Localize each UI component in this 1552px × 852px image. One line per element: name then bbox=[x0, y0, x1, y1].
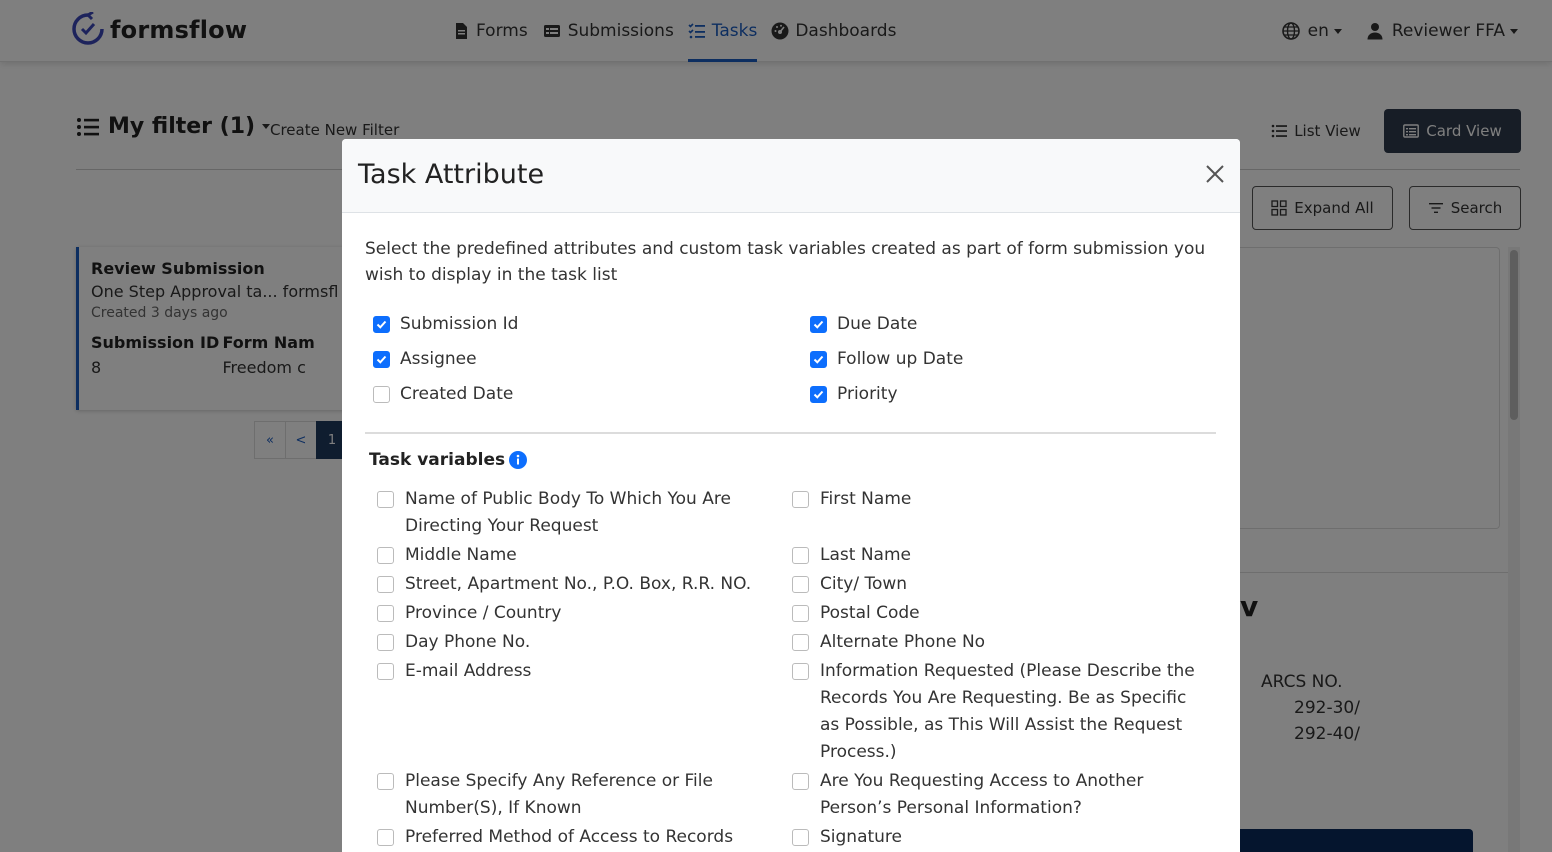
var-street[interactable]: Street, Apartment No., P.O. Box, R.R. NO… bbox=[377, 571, 787, 598]
attr-follow-up-date[interactable]: Follow up Date bbox=[810, 349, 963, 369]
var-city[interactable]: City/ Town bbox=[792, 571, 1202, 598]
var-label: E-mail Address bbox=[405, 661, 532, 681]
var-day-phone[interactable]: Day Phone No. bbox=[377, 629, 787, 656]
checkbox-var[interactable] bbox=[792, 663, 809, 680]
check-icon bbox=[813, 390, 824, 399]
var-label: City/ Town bbox=[820, 574, 908, 594]
attr-assignee[interactable]: Assignee bbox=[373, 349, 477, 369]
checkbox-var[interactable] bbox=[792, 605, 809, 622]
var-postal-code[interactable]: Postal Code bbox=[792, 600, 1202, 627]
var-label: Last Name bbox=[820, 545, 911, 565]
checkbox-var[interactable] bbox=[377, 773, 394, 790]
info-icon[interactable] bbox=[509, 451, 528, 469]
attr-label: Follow up Date bbox=[837, 349, 964, 369]
checkbox-var[interactable] bbox=[792, 829, 809, 846]
checkbox-var[interactable] bbox=[792, 773, 809, 790]
attr-label: Due Date bbox=[837, 314, 918, 334]
checkbox-var[interactable] bbox=[377, 663, 394, 680]
var-label: Preferred Method of Access to Records bbox=[405, 827, 734, 847]
checkbox-var[interactable] bbox=[377, 491, 394, 508]
var-information-requested[interactable]: Information Requested (Please Describe t… bbox=[792, 658, 1202, 766]
var-label: First Name bbox=[820, 489, 912, 509]
checkbox-follow-up-date[interactable] bbox=[810, 350, 827, 368]
checkbox-due-date[interactable] bbox=[810, 315, 827, 333]
var-province[interactable]: Province / Country bbox=[377, 600, 787, 627]
var-label: Signature bbox=[820, 827, 903, 847]
attr-label: Created Date bbox=[400, 384, 514, 404]
var-label: Day Phone No. bbox=[405, 632, 531, 652]
attr-due-date[interactable]: Due Date bbox=[810, 314, 917, 334]
var-signature[interactable]: Signature bbox=[792, 824, 1202, 851]
attr-label: Submission Id bbox=[400, 314, 519, 334]
var-first-name[interactable]: First Name bbox=[792, 486, 1202, 513]
checkbox-var[interactable] bbox=[792, 547, 809, 564]
checkbox-var[interactable] bbox=[792, 491, 809, 508]
var-label: Postal Code bbox=[820, 603, 920, 623]
check-icon bbox=[813, 320, 824, 329]
check-icon bbox=[376, 320, 387, 329]
attr-label: Assignee bbox=[400, 349, 477, 369]
var-last-name[interactable]: Last Name bbox=[792, 542, 1202, 569]
var-label: Province / Country bbox=[405, 603, 562, 623]
var-public-body[interactable]: Name of Public Body To Which You Are Dir… bbox=[377, 486, 787, 540]
check-icon bbox=[813, 355, 824, 364]
close-icon[interactable] bbox=[1204, 163, 1226, 185]
modal-title: Task Attribute bbox=[358, 159, 545, 190]
task-attribute-modal: Task Attribute Select the predefined att… bbox=[342, 139, 1240, 852]
checkbox-var[interactable] bbox=[792, 634, 809, 651]
var-label: Alternate Phone No bbox=[820, 632, 986, 652]
checkbox-var[interactable] bbox=[792, 576, 809, 593]
checkbox-var[interactable] bbox=[377, 576, 394, 593]
var-reference-number[interactable]: Please Specify Any Reference or File Num… bbox=[377, 768, 787, 822]
checkbox-var[interactable] bbox=[377, 547, 394, 564]
var-alt-phone[interactable]: Alternate Phone No bbox=[792, 629, 1202, 656]
var-access-method[interactable]: Preferred Method of Access to Records bbox=[377, 824, 787, 851]
attr-priority[interactable]: Priority bbox=[810, 384, 898, 404]
var-label: Name of Public Body To Which You Are Dir… bbox=[405, 489, 731, 536]
modal-description: Select the predefined attributes and cus… bbox=[365, 239, 1206, 285]
var-label: Please Specify Any Reference or File Num… bbox=[405, 771, 713, 818]
section-divider bbox=[365, 432, 1216, 434]
checkbox-priority[interactable] bbox=[810, 385, 827, 403]
var-label: Are You Requesting Access to Another Per… bbox=[820, 771, 1144, 818]
var-another-person[interactable]: Are You Requesting Access to Another Per… bbox=[792, 768, 1202, 822]
checkbox-var[interactable] bbox=[377, 605, 394, 622]
var-label: Information Requested (Please Describe t… bbox=[820, 661, 1195, 762]
check-icon bbox=[376, 355, 387, 364]
checkbox-assignee[interactable] bbox=[373, 350, 390, 368]
checkbox-created-date[interactable] bbox=[373, 385, 390, 403]
var-email[interactable]: E-mail Address bbox=[377, 658, 787, 685]
checkbox-submission-id[interactable] bbox=[373, 315, 390, 333]
checkbox-var[interactable] bbox=[377, 829, 394, 846]
attr-created-date[interactable]: Created Date bbox=[373, 384, 513, 404]
attr-label: Priority bbox=[837, 384, 898, 404]
task-variables-heading: Task variables bbox=[369, 450, 528, 470]
var-middle-name[interactable]: Middle Name bbox=[377, 542, 787, 569]
modal-header: Task Attribute bbox=[342, 139, 1240, 213]
var-label: Middle Name bbox=[405, 545, 517, 565]
task-variables-title: Task variables bbox=[369, 450, 506, 470]
attr-submission-id[interactable]: Submission Id bbox=[373, 314, 518, 334]
checkbox-var[interactable] bbox=[377, 634, 394, 651]
var-label: Street, Apartment No., P.O. Box, R.R. NO… bbox=[405, 574, 752, 594]
